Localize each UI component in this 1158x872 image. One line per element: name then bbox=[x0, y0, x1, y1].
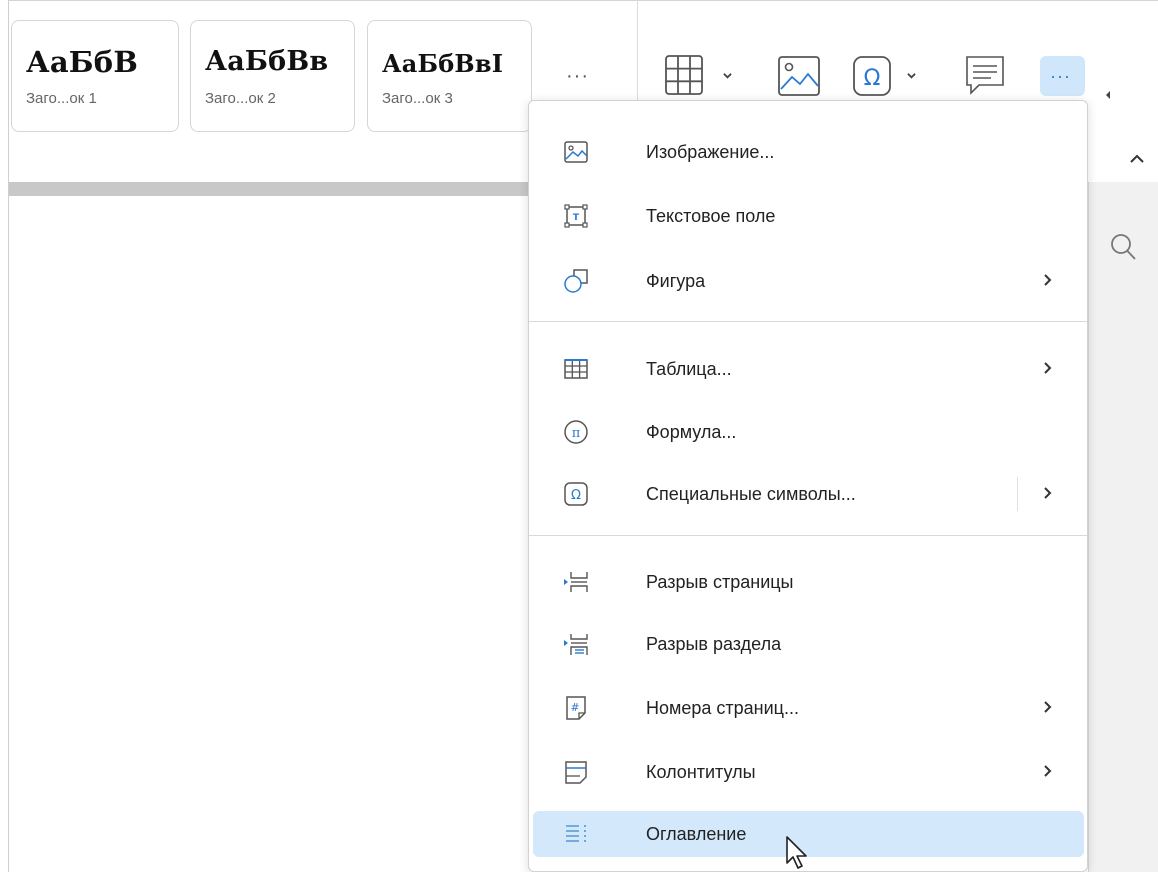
table-icon[interactable] bbox=[665, 55, 711, 97]
shape-icon bbox=[564, 269, 588, 293]
menu-item-label: Специальные символы... bbox=[646, 484, 856, 504]
style-heading-1[interactable]: АаБбВ Заго...ок 1 bbox=[11, 20, 179, 132]
text-box-icon: T bbox=[564, 204, 588, 228]
menu-item-label: Формула... bbox=[646, 422, 737, 442]
menu-item-shape[interactable]: Фигура bbox=[529, 258, 1087, 304]
menu-item-label: Номера страниц... bbox=[646, 698, 799, 718]
menu-item-header-footer[interactable]: Колонтитулы bbox=[529, 749, 1087, 795]
toc-icon bbox=[566, 825, 586, 842]
page-numbers-icon: # bbox=[566, 696, 586, 720]
header-footer-icon bbox=[565, 761, 587, 784]
menu-item-page-break[interactable]: Разрыв страницы bbox=[529, 559, 1087, 605]
mouse-cursor-icon bbox=[786, 836, 807, 869]
menu-separator bbox=[529, 321, 1087, 322]
svg-text:π: π bbox=[572, 426, 581, 441]
chevron-right-icon bbox=[1044, 765, 1052, 777]
special-symbol-icon[interactable]: Ω bbox=[853, 56, 897, 98]
menu-item-label: Разрыв раздела bbox=[646, 634, 782, 654]
comment-icon[interactable] bbox=[965, 55, 1009, 99]
menu-item-label: Текстовое поле bbox=[646, 206, 776, 226]
menu-item-table[interactable]: Таблица... bbox=[529, 346, 1087, 392]
style-caption: Заго...ок 2 bbox=[205, 90, 276, 107]
window-left-border bbox=[8, 0, 9, 872]
scroll-left-icon[interactable] bbox=[1104, 90, 1112, 100]
more-icon: ··· bbox=[1050, 66, 1071, 86]
table-icon bbox=[564, 359, 588, 379]
chevron-right-icon bbox=[1044, 701, 1052, 713]
chevron-right-icon bbox=[1044, 274, 1052, 286]
menu-item-label: Разрыв страницы bbox=[646, 572, 794, 592]
search-icon[interactable] bbox=[1110, 232, 1138, 262]
menu-item-image[interactable]: Изображение... bbox=[529, 129, 1087, 175]
split-divider bbox=[1017, 477, 1018, 511]
ruler bbox=[9, 182, 528, 196]
side-panel-border bbox=[1088, 182, 1089, 872]
svg-text:T: T bbox=[573, 213, 580, 223]
menu-item-label: Изображение... bbox=[646, 142, 775, 162]
menu-item-formula[interactable]: π Формула... bbox=[529, 409, 1087, 455]
page-break-icon bbox=[564, 572, 588, 592]
style-sample: АаБбВвI bbox=[382, 49, 504, 78]
section-break-icon bbox=[564, 634, 588, 655]
style-caption: Заго...ок 3 bbox=[382, 90, 453, 107]
menu-item-label: Оглавление bbox=[646, 824, 747, 844]
special-symbol-icon: Ω bbox=[564, 482, 588, 506]
style-heading-3[interactable]: АаБбВвI Заго...ок 3 bbox=[367, 20, 532, 132]
chevron-up-icon[interactable] bbox=[1128, 152, 1146, 166]
styles-more-button[interactable]: ··· bbox=[566, 66, 589, 86]
side-panel bbox=[1088, 182, 1158, 872]
svg-text:#: # bbox=[570, 701, 579, 714]
menu-separator bbox=[529, 535, 1087, 536]
style-caption: Заго...ок 1 bbox=[26, 90, 97, 107]
image-icon[interactable] bbox=[778, 56, 822, 98]
svg-text:Ω: Ω bbox=[571, 488, 581, 503]
window-top-border bbox=[8, 0, 1158, 1]
toolbar-more-button[interactable]: ··· bbox=[1040, 56, 1085, 96]
chevron-down-icon[interactable] bbox=[723, 71, 732, 80]
style-heading-2[interactable]: АаБбВв Заго...ок 2 bbox=[190, 20, 355, 132]
svg-text:Ω: Ω bbox=[864, 66, 881, 91]
chevron-right-icon[interactable] bbox=[1043, 486, 1053, 500]
chevron-right-icon bbox=[1044, 362, 1052, 374]
formula-icon: π bbox=[564, 420, 588, 444]
menu-item-text-box[interactable]: T Текстовое поле bbox=[529, 193, 1087, 239]
image-icon bbox=[564, 141, 588, 163]
chevron-down-icon[interactable] bbox=[907, 71, 916, 80]
style-sample: АаБбВ bbox=[26, 45, 139, 79]
menu-item-label: Фигура bbox=[646, 271, 706, 291]
menu-item-special-symbols[interactable]: Ω Специальные символы... bbox=[529, 471, 1087, 517]
insert-menu: Изображение... T Текстовое поле Фигура Т… bbox=[528, 100, 1088, 872]
menu-item-label: Колонтитулы bbox=[646, 762, 756, 782]
menu-item-page-numbers[interactable]: # Номера страниц... bbox=[529, 685, 1087, 731]
menu-item-label: Таблица... bbox=[646, 359, 732, 379]
style-sample: АаБбВв bbox=[205, 46, 329, 77]
menu-item-section-break[interactable]: Разрыв раздела bbox=[529, 621, 1087, 667]
